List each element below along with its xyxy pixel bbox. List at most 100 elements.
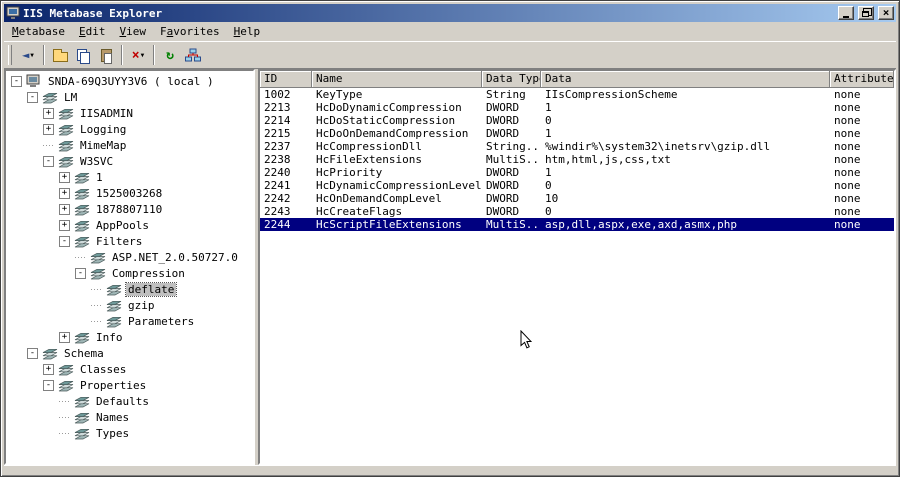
menu-edit[interactable]: Edit [72,23,113,40]
table-row-2214[interactable]: 2214 HcDoStaticCompression DWORD 0 none [260,114,894,127]
table-cell: HcDoOnDemandCompression [316,127,469,140]
table-cell: 1002 [264,88,291,101]
table-cell: none [834,140,861,153]
copy-button[interactable] [72,44,94,66]
network-button[interactable] [182,44,204,66]
tree-toggle[interactable]: + [59,171,70,183]
refresh-icon: ↻ [166,47,174,63]
tree-item-gzip[interactable]: gzip [6,297,253,313]
column-header-data[interactable]: Data [541,71,830,88]
tree-item-label: Info [96,330,123,344]
tree-item-names[interactable]: Names [6,409,253,425]
minimize-button[interactable] [838,6,854,20]
tree-item-label: Classes [80,362,127,376]
table-row-2213[interactable]: 2213 HcDoDynamicCompression DWORD 1 none [260,101,894,114]
tree-toggle[interactable]: + [59,219,70,231]
tree-toggle[interactable]: - [59,235,70,247]
menu-view[interactable]: View [112,23,153,40]
menu-help[interactable]: Help [227,23,268,40]
tree-toggle[interactable]: - [75,267,86,279]
tree-item-schema[interactable]: - Schema [6,345,253,361]
tree-toggle[interactable]: - [43,379,54,391]
column-header-data-type[interactable]: Data Type [482,71,541,88]
menu-favorites[interactable]: Favorites [153,23,227,40]
table-cell: 2215 [264,127,291,140]
restore-button[interactable] [858,6,874,20]
tree-item-1[interactable]: + 1 [6,169,253,185]
tree-item-deflate[interactable]: deflate [6,281,253,297]
tree-item-label: Defaults [96,394,149,408]
tree-item-filters[interactable]: - Filters [6,233,253,249]
tree-item-asp-net-2-0-50727-0[interactable]: ASP.NET_2.0.50727.0 [6,249,253,265]
tree-toggle[interactable]: + [59,331,70,343]
tree-item-label: 1 [96,170,103,184]
table-row-2237[interactable]: 2237 HcCompressionDll String... %windir%\sy… [260,140,894,153]
delete-dropdown-icon: ▼ [140,51,145,59]
tree-toggle[interactable]: - [27,91,38,103]
tree-item-apppools[interactable]: + AppPools [6,217,253,233]
metabase-key-icon [58,107,75,120]
table-row-2215[interactable]: 2215 HcDoOnDemandCompression DWORD 1 none [260,127,894,140]
column-header-name[interactable]: Name [312,71,482,88]
tree-item-label: Properties [80,378,147,392]
tree-toggle[interactable]: + [59,203,70,215]
table-row-2241[interactable]: 2241 HcDynamicCompressionLevel DWORD 0 none [260,179,894,192]
tree-item-label: Names [96,410,130,424]
back-dropdown-icon: ▼ [30,51,34,59]
tree-item-w3svc[interactable]: - W3SVC [6,153,253,169]
tree-item-classes[interactable]: + Classes [6,361,253,377]
close-button[interactable]: × [878,6,894,20]
tree-item-types[interactable]: Types [6,425,253,441]
tree-toggle[interactable]: - [11,75,22,87]
tree-toggle[interactable]: - [43,155,54,167]
table-row-2240[interactable]: 2240 HcPriority DWORD 1 none [260,166,894,179]
table-row-2243[interactable]: 2243 HcCreateFlags DWORD 0 none [260,205,894,218]
paste-button[interactable] [95,44,117,66]
table-cell: 2238 [264,153,291,166]
tree-toggle[interactable]: + [59,187,70,199]
network-icon [185,48,201,62]
menu-metabase[interactable]: Metabase [5,23,72,40]
metabase-key-icon [58,363,75,376]
tree-toggle[interactable]: + [43,363,54,375]
table-body: 1002 KeyType String IIsCompressionScheme non… [260,88,894,463]
tree-item-logging[interactable]: + Logging [6,121,253,137]
column-header-id[interactable]: ID [260,71,312,88]
refresh-button[interactable]: ↻ [159,44,181,66]
title-bar[interactable]: IIS Metabase Explorer × [4,4,896,22]
tree-item-1525003268[interactable]: + 1525003268 [6,185,253,201]
table-row-1002[interactable]: 1002 KeyType String IIsCompressionScheme non… [260,88,894,101]
table-row-2238[interactable]: 2238 HcFileExtensions MultiS... htm,html,js… [260,153,894,166]
tree-item-snda-69q3uyy3v6-local[interactable]: - SNDA-69Q3UYY3V6 ( local ) [6,73,253,89]
back-button[interactable]: ◄ ▼ [17,44,39,66]
tree-item-iisadmin[interactable]: + IISADMIN [6,105,253,121]
table-cell: MultiS... [486,153,541,166]
delete-button[interactable]: × ▼ [127,44,149,66]
tree-toggle[interactable]: + [43,107,54,119]
table-cell: none [834,166,861,179]
tree-toggle[interactable]: - [27,347,38,359]
table-cell: MultiS... [486,218,541,231]
tree-item-info[interactable]: + Info [6,329,253,345]
tree-item-defaults[interactable]: Defaults [6,393,253,409]
table-row-2242[interactable]: 2242 HcOnDemandCompLevel DWORD 10 none [260,192,894,205]
tree-item-1878807110[interactable]: + 1878807110 [6,201,253,217]
tree-item-lm[interactable]: - LM [6,89,253,105]
table-row-2244[interactable]: 2244 HcScriptFileExtensions MultiS... asp,d… [260,218,894,231]
tree-item-mimemap[interactable]: MimeMap [6,137,253,153]
toolbar-separator [153,45,155,65]
metabase-key-icon [74,427,91,440]
tree-item-properties[interactable]: - Properties [6,377,253,393]
tree-item-compression[interactable]: - Compression [6,265,253,281]
column-header-attributes[interactable]: Attributes [830,71,894,88]
folder-up-button[interactable] [49,44,71,66]
toolbar-grip[interactable] [8,45,12,65]
metabase-key-icon [58,155,75,168]
tree-item-label: Parameters [128,314,195,328]
table-cell: 2240 [264,166,291,179]
tree-toggle[interactable]: + [43,123,54,135]
minimize-icon [843,15,849,18]
computer-icon [26,74,43,88]
tree-item-parameters[interactable]: Parameters [6,313,253,329]
table-cell: none [834,114,861,127]
